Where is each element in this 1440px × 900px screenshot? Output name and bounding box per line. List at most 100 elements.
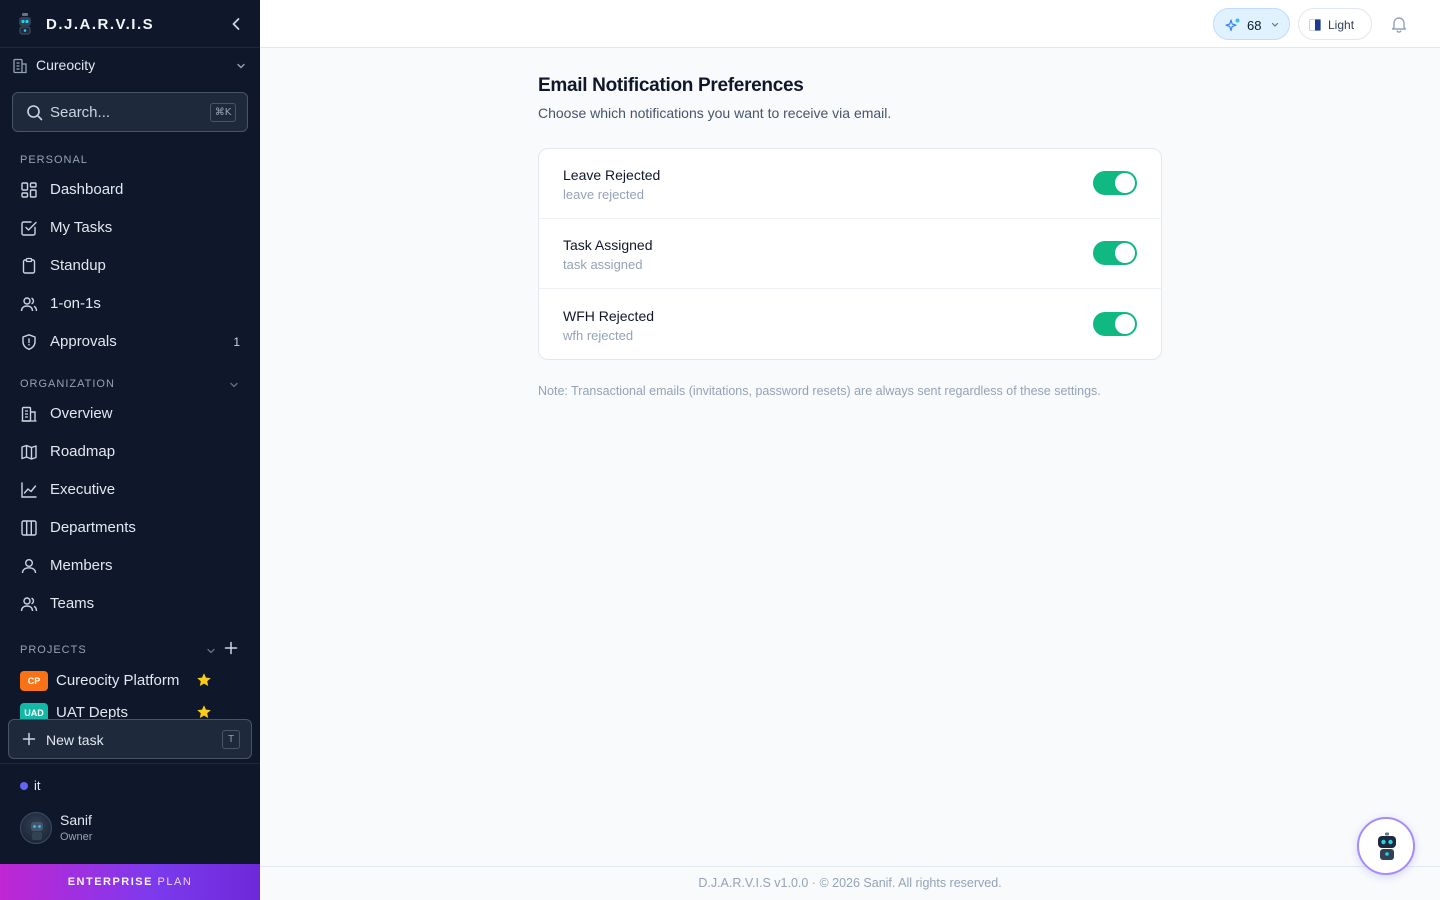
sidebar-item-label: Members <box>50 557 113 574</box>
sidebar-item-label: Teams <box>50 595 95 612</box>
avatar <box>20 812 52 844</box>
project-badge: CP <box>20 671 48 691</box>
sidebar-item-label: My Tasks <box>50 219 113 236</box>
building-icon <box>13 58 27 74</box>
sidebar-item-my-tasks[interactable]: My Tasks <box>12 211 248 245</box>
approvals-count-badge: 1 <box>233 335 240 349</box>
sidebar-item-approvals[interactable]: Approvals 1 <box>12 325 248 359</box>
wfh-rejected-toggle[interactable] <box>1093 312 1137 336</box>
project-item-uat-depts[interactable]: UAD UAT Depts <box>12 699 248 719</box>
preference-title: WFH Rejected <box>563 308 655 324</box>
theme-toggle-button[interactable]: Light <box>1298 8 1372 40</box>
preference-row-task-assigned: Task Assigned task assigned <box>539 219 1161 289</box>
preference-title: Leave Rejected <box>563 167 661 183</box>
chevron-down-icon <box>1271 22 1279 27</box>
chart-line-icon <box>21 482 37 498</box>
search-input[interactable]: Search... ⌘K <box>12 92 248 132</box>
grid-icon <box>21 182 37 198</box>
project-item-cureocity-platform[interactable]: CP Cureocity Platform <box>12 667 248 695</box>
top-bar: 68 Light <box>260 0 1440 48</box>
user-name: Sanif <box>60 812 92 828</box>
status-label: it <box>34 778 41 793</box>
columns-icon <box>21 520 37 536</box>
sidebar-item-members[interactable]: Members <box>12 549 248 583</box>
add-project-icon[interactable] <box>224 641 238 655</box>
preference-description: wfh rejected <box>563 328 634 343</box>
user-role: Owner <box>60 831 93 843</box>
leave-rejected-toggle[interactable] <box>1093 171 1137 195</box>
toggle-knob <box>1115 173 1135 193</box>
chevron-down-icon[interactable] <box>205 645 217 657</box>
users-icon <box>20 297 38 312</box>
chevron-down-icon <box>237 63 245 69</box>
sidebar-item-label: Approvals <box>50 333 117 350</box>
plan-tier: ENTERPRISE <box>67 876 153 888</box>
sidebar-item-executive[interactable]: Executive <box>12 473 248 507</box>
sidebar-item-departments[interactable]: Departments <box>12 511 248 545</box>
new-task-label: New task <box>46 732 104 748</box>
streak-button[interactable]: 68 <box>1213 8 1290 40</box>
sidebar-item-overview[interactable]: Overview <box>12 397 248 431</box>
clipboard-icon <box>22 257 36 274</box>
sidebar-item-dashboard[interactable]: Dashboard <box>12 173 248 207</box>
page-subtitle: Choose which notifications you want to r… <box>538 105 892 121</box>
sparkles-icon <box>1225 18 1240 32</box>
robot-logo-icon <box>19 13 31 35</box>
building-icon <box>21 406 37 422</box>
org-switcher[interactable]: Cureocity <box>0 48 260 84</box>
sidebar-item-label: Overview <box>50 405 113 422</box>
assistant-button[interactable] <box>1357 817 1415 875</box>
sidebar-item-label: Dashboard <box>50 181 124 198</box>
toggle-knob <box>1115 243 1135 263</box>
checkbox-icon <box>21 221 37 236</box>
search-icon <box>27 105 43 121</box>
sidebar: D.J.A.R.V.I.S Cureocity Search... ⌘K PER… <box>0 0 260 900</box>
map-icon <box>21 444 37 460</box>
star-icon[interactable] <box>196 672 212 688</box>
project-label: UAT Depts <box>56 704 128 719</box>
collapse-sidebar-icon[interactable] <box>226 14 246 34</box>
transactional-note: Note: Transactional emails (invitations,… <box>538 384 1101 398</box>
project-badge: UAD <box>20 703 48 719</box>
user-profile[interactable]: Sanif Owner <box>12 806 248 852</box>
contrast-icon <box>1309 19 1321 31</box>
sidebar-item-1-on-1s[interactable]: 1-on-1s <box>12 287 248 321</box>
new-task-button[interactable]: New task T <box>8 719 252 759</box>
status-dot <box>20 782 28 790</box>
search-shortcut: ⌘K <box>210 103 236 122</box>
sidebar-item-roadmap[interactable]: Roadmap <box>12 435 248 469</box>
chevron-down-icon[interactable] <box>228 379 240 391</box>
divider <box>0 763 260 764</box>
org-name: Cureocity <box>36 57 96 73</box>
sidebar-item-label: Roadmap <box>50 443 116 460</box>
sidebar-item-label: Executive <box>50 481 116 498</box>
users-icon <box>20 597 38 612</box>
new-task-shortcut: T <box>222 730 240 749</box>
robot-assistant-icon <box>1378 832 1396 860</box>
preference-title: Task Assigned <box>563 237 653 253</box>
bell-icon[interactable] <box>1389 14 1409 34</box>
section-label-projects: PROJECTS <box>20 644 87 656</box>
star-icon[interactable] <box>196 704 212 719</box>
preference-row-wfh-rejected: WFH Rejected wfh rejected <box>539 290 1161 360</box>
app-name: D.J.A.R.V.I.S <box>46 16 155 33</box>
section-label-organization: ORGANIZATION <box>20 378 115 390</box>
theme-label: Light <box>1328 18 1355 32</box>
plan-banner[interactable]: ENTERPRISE PLAN <box>0 864 260 900</box>
preference-description: leave rejected <box>563 187 644 202</box>
sidebar-item-label: Departments <box>50 519 136 536</box>
sidebar-item-label: Standup <box>50 257 106 274</box>
user-icon <box>21 559 37 574</box>
sidebar-item-teams[interactable]: Teams <box>12 587 248 621</box>
preference-row-leave-rejected: Leave Rejected leave rejected <box>539 149 1161 219</box>
shield-icon <box>22 334 36 350</box>
page-title: Email Notification Preferences <box>538 75 804 96</box>
search-placeholder: Search... <box>50 104 111 121</box>
toggle-knob <box>1115 314 1135 334</box>
footer: D.J.A.R.V.I.S v1.0.0 · © 2026 Sanif. All… <box>260 866 1440 900</box>
project-label: Cureocity Platform <box>56 672 180 689</box>
sidebar-item-standup[interactable]: Standup <box>12 249 248 283</box>
task-assigned-toggle[interactable] <box>1093 241 1137 265</box>
streak-count: 68 <box>1247 18 1262 33</box>
sidebar-item-label: 1-on-1s <box>50 295 101 312</box>
